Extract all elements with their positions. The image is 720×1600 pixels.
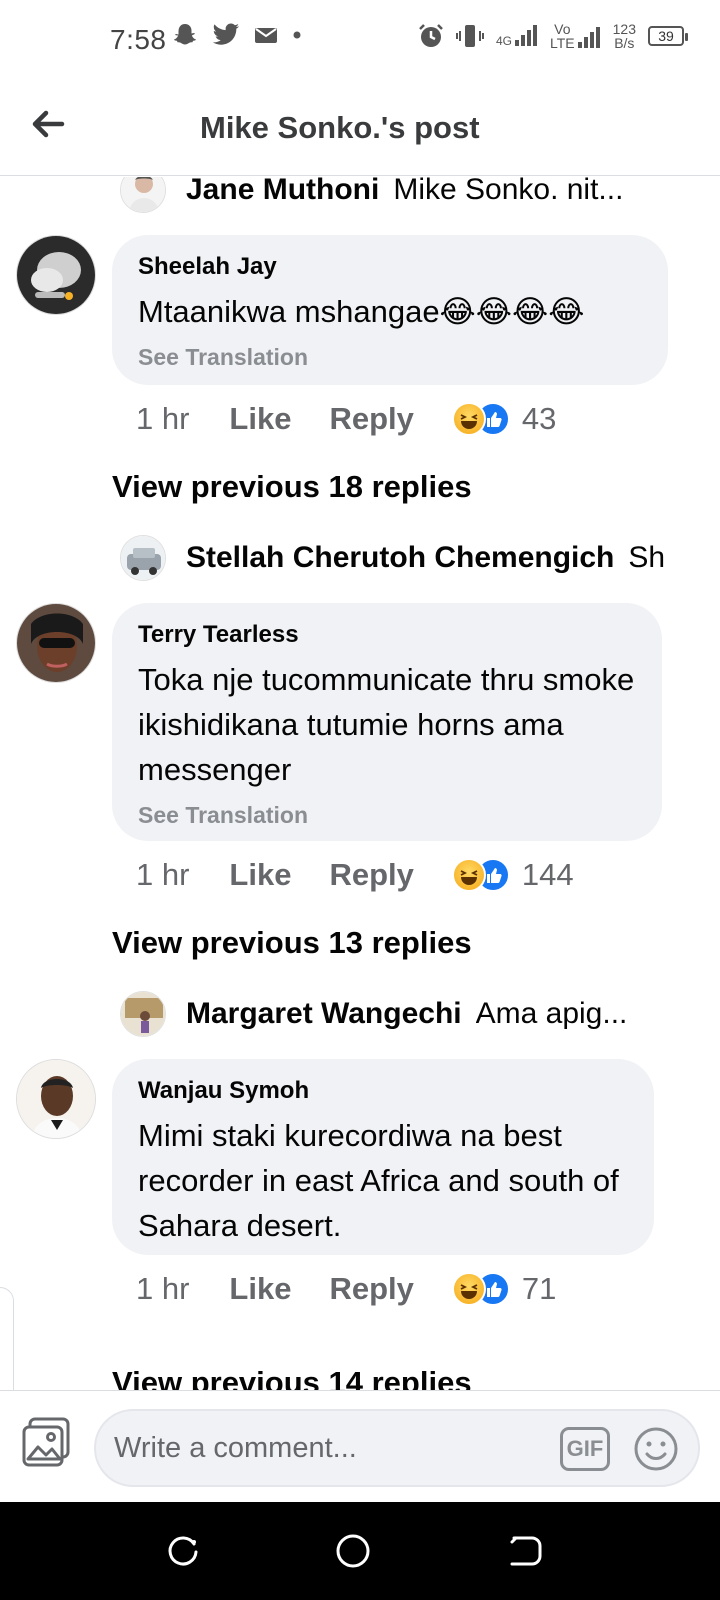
view-previous-replies[interactable]: View previous 14 replies bbox=[112, 1365, 472, 1390]
avatar[interactable] bbox=[16, 1059, 96, 1139]
see-translation-link[interactable]: See Translation bbox=[138, 802, 636, 829]
reply-preview[interactable]: Stellah Cherutoh Chemengich Sh bbox=[120, 533, 680, 583]
haha-reaction-icon bbox=[451, 1272, 486, 1306]
status-bar: 7:58 4G Vo LTE 123 B/s 39 bbox=[0, 0, 720, 80]
reply-avatar[interactable] bbox=[120, 177, 166, 213]
comment-text: Toka nje tucommunicate thru smoke ikishi… bbox=[138, 662, 635, 787]
signal-icon bbox=[515, 25, 537, 46]
comment-time: 1 hr bbox=[136, 401, 190, 436]
reply-text[interactable]: Ama apig... bbox=[476, 997, 680, 1031]
reply-button[interactable]: Reply bbox=[329, 857, 413, 893]
comment-actions: 1 hr Like Reply 144 bbox=[136, 853, 574, 897]
status-time: 7:58 bbox=[110, 24, 167, 55]
comment-field[interactable]: GIF bbox=[94, 1409, 700, 1487]
reply-text[interactable]: Sh bbox=[628, 541, 680, 575]
mail-icon bbox=[255, 28, 277, 43]
emoji-button[interactable] bbox=[632, 1425, 680, 1473]
back-nav-icon bbox=[510, 1536, 542, 1566]
comment-actions: 1 hr Like Reply 71 bbox=[136, 1267, 556, 1311]
system-nav-bar bbox=[0, 1502, 720, 1600]
back-nav-button[interactable] bbox=[506, 1532, 544, 1570]
reactions[interactable] bbox=[451, 402, 510, 436]
volte-label-bottom: LTE bbox=[550, 35, 575, 51]
view-previous-replies[interactable]: View previous 13 replies bbox=[112, 925, 472, 961]
gif-button[interactable]: GIF bbox=[560, 1427, 610, 1471]
post-header: Mike Sonko.'s post bbox=[0, 80, 720, 176]
signal-2-icon bbox=[577, 27, 600, 48]
vibrate-icon bbox=[455, 25, 484, 47]
comment-author[interactable]: Wanjau Symoh bbox=[138, 1077, 628, 1105]
like-button[interactable]: Like bbox=[229, 1271, 291, 1307]
avatar[interactable] bbox=[16, 235, 96, 315]
reply-avatar[interactable] bbox=[120, 991, 166, 1037]
system-icons: 4G Vo LTE 123 B/s 39 bbox=[418, 22, 688, 50]
smiley-icon bbox=[634, 1427, 678, 1471]
photo-icon bbox=[22, 1417, 70, 1467]
reply-author[interactable]: Stellah Cherutoh Chemengich bbox=[186, 541, 614, 575]
see-translation-link[interactable]: See Translation bbox=[138, 344, 642, 371]
side-handle[interactable] bbox=[0, 1287, 14, 1390]
comment-time: 1 hr bbox=[136, 857, 190, 892]
net-speed: 123 B/s bbox=[613, 22, 636, 50]
view-previous-replies[interactable]: View previous 18 replies bbox=[112, 469, 472, 505]
reply-button[interactable]: Reply bbox=[329, 1271, 413, 1307]
comment-text: Mtaanikwa mshangae😂😂😂😂 bbox=[138, 294, 585, 329]
net-speed-unit: B/s bbox=[614, 35, 635, 51]
reactions[interactable] bbox=[451, 1272, 510, 1306]
haha-reaction-icon bbox=[451, 402, 486, 436]
reply-text[interactable]: Mike Sonko. nit... bbox=[393, 177, 680, 207]
comment-bubble[interactable]: Terry Tearless Toka nje tucommunicate th… bbox=[112, 603, 662, 841]
comment-bubble[interactable]: Sheelah Jay Mtaanikwa mshangae😂😂😂😂 See T… bbox=[112, 235, 668, 385]
comment-time: 1 hr bbox=[136, 1271, 190, 1306]
comment-actions: 1 hr Like Reply 43 bbox=[136, 397, 556, 441]
reply-button[interactable]: Reply bbox=[329, 401, 413, 437]
recent-apps-button[interactable] bbox=[164, 1532, 202, 1570]
avatar[interactable] bbox=[16, 603, 96, 683]
volte-group: Vo LTE bbox=[550, 22, 601, 50]
comment-bubble[interactable]: Wanjau Symoh Mimi staki kurecordiwa na b… bbox=[112, 1059, 654, 1255]
reply-preview[interactable]: Margaret Wangechi Ama apig... bbox=[120, 989, 680, 1039]
dot-icon bbox=[293, 31, 301, 39]
signal-4g-group: 4G bbox=[496, 24, 538, 48]
notification-icons bbox=[172, 22, 302, 48]
comments-feed[interactable]: Jane Muthoni Mike Sonko. nit... Sheelah … bbox=[0, 177, 720, 1390]
network-4g-label: 4G bbox=[495, 34, 512, 48]
reaction-count[interactable]: 144 bbox=[522, 857, 574, 893]
comment-composer: GIF bbox=[0, 1390, 720, 1502]
net-speed-value: 123 bbox=[612, 21, 636, 37]
recent-apps-icon bbox=[168, 1536, 198, 1566]
photo-button[interactable] bbox=[20, 1415, 74, 1469]
home-button[interactable] bbox=[334, 1532, 372, 1570]
comment-author[interactable]: Sheelah Jay bbox=[138, 253, 642, 281]
volte-label-top: Vo bbox=[554, 21, 571, 37]
like-button[interactable]: Like bbox=[229, 401, 291, 437]
alarm-icon bbox=[419, 24, 443, 47]
comment-author[interactable]: Terry Tearless bbox=[138, 621, 636, 649]
reply-avatar[interactable] bbox=[120, 535, 166, 581]
haha-reaction-icon bbox=[451, 858, 486, 892]
snapchat-icon bbox=[174, 24, 196, 45]
comment-text: Mimi staki kurecordiwa na best recorder … bbox=[138, 1118, 619, 1243]
reply-author[interactable]: Margaret Wangechi bbox=[186, 997, 462, 1031]
battery-icon: 39 bbox=[648, 26, 688, 46]
reactions[interactable] bbox=[451, 858, 510, 892]
reply-author[interactable]: Jane Muthoni bbox=[186, 177, 379, 207]
back-button[interactable] bbox=[26, 102, 70, 146]
reaction-count[interactable]: 43 bbox=[522, 401, 556, 437]
page-title: Mike Sonko.'s post bbox=[200, 110, 480, 145]
like-button[interactable]: Like bbox=[229, 857, 291, 893]
comment-input[interactable] bbox=[114, 1425, 534, 1471]
twitter-icon bbox=[212, 23, 239, 45]
reply-preview[interactable]: Jane Muthoni Mike Sonko. nit... bbox=[120, 177, 680, 215]
reaction-count[interactable]: 71 bbox=[522, 1271, 556, 1307]
back-arrow-icon bbox=[32, 110, 65, 138]
home-circle-icon bbox=[336, 1534, 370, 1568]
